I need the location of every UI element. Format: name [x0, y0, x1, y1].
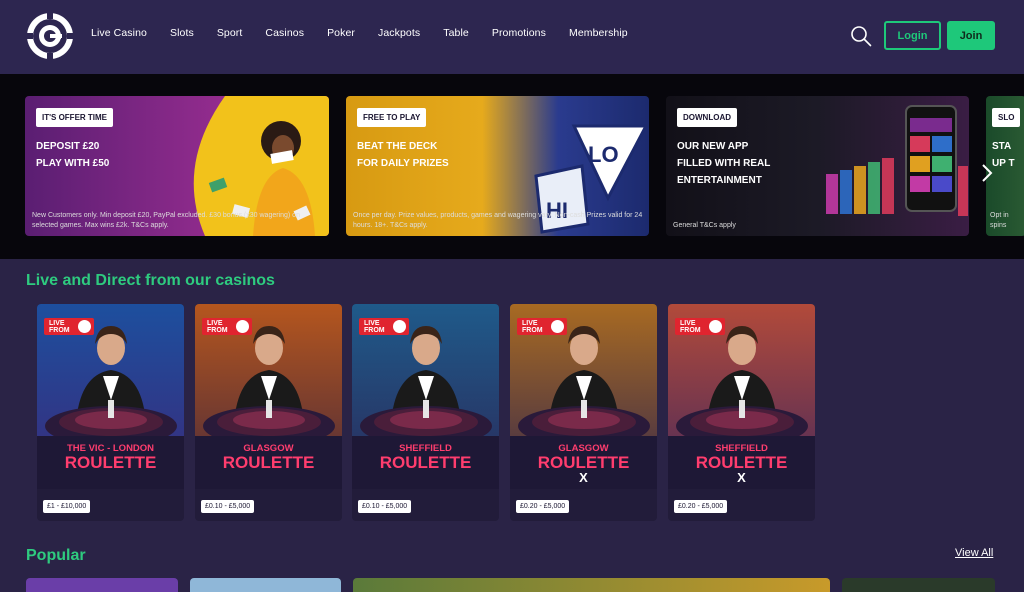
- grosvenor-badge-icon: [551, 320, 564, 333]
- stake-range: £0.10 - £5,000: [358, 500, 412, 513]
- promo-headline-line3: ENTERTAINMENT: [677, 175, 762, 186]
- popular-tile[interactable]: [842, 578, 995, 592]
- live-game-card[interactable]: LIVE FROM THE VIC - LONDON ROULETTE £1 -…: [37, 304, 184, 521]
- live-game-card[interactable]: LIVE FROM GLASGOW ROULETTE £0.10 - £5,00…: [195, 304, 342, 521]
- stake-range: £1 - £10,000: [43, 500, 91, 513]
- nav-live-casino[interactable]: Live Casino: [91, 27, 147, 39]
- promo-headline-line1: DEPOSIT £20: [36, 141, 100, 152]
- game-title: ROULETTE: [222, 453, 315, 472]
- live-badge-text: LIVE FROM: [680, 319, 701, 334]
- live-from-badge: LIVE FROM: [202, 318, 252, 335]
- promo-headline-line1: BEAT THE DECK: [357, 141, 438, 152]
- promo-card-free-to-play[interactable]: LO HI FREE TO PLAY BEAT THE DECK FOR DAI…: [346, 96, 649, 236]
- promo-headline: BEAT THE DECK FOR DAILY PRIZES: [357, 138, 449, 172]
- promo-tag: SLO: [992, 108, 1021, 127]
- main-nav: Live Casino Slots Sport Casinos Poker Ja…: [91, 27, 651, 39]
- game-variant: X: [737, 470, 746, 485]
- promo-card-offer[interactable]: IT'S OFFER TIME DEPOSIT £20 PLAY WITH £5…: [25, 96, 329, 236]
- nav-table[interactable]: Table: [443, 27, 469, 39]
- game-variant: X: [579, 470, 588, 485]
- grosvenor-badge-icon: [393, 320, 406, 333]
- popular-tile[interactable]: [190, 578, 341, 592]
- site-header: Live Casino Slots Sport Casinos Poker Ja…: [0, 0, 1024, 74]
- promo-headline: OUR NEW APP FILLED WITH REAL ENTERTAINME…: [677, 138, 770, 189]
- lo-card-label: LO: [588, 142, 619, 167]
- promo-card-download-app[interactable]: DOWNLOAD OUR NEW APP FILLED WITH REAL EN…: [666, 96, 969, 236]
- grosvenor-badge-icon: [709, 320, 722, 333]
- promo-headline: DEPOSIT £20 PLAY WITH £50: [36, 138, 109, 172]
- live-from-badge: LIVE FROM: [517, 318, 567, 335]
- promo-carousel: IT'S OFFER TIME DEPOSIT £20 PLAY WITH £5…: [0, 74, 1024, 259]
- popular-section-title: Popular: [26, 547, 86, 564]
- promo-terms: General T&Cs apply: [673, 222, 736, 229]
- live-badge-text: LIVE FROM: [364, 319, 385, 334]
- search-icon[interactable]: [850, 25, 872, 47]
- grosvenor-badge-icon: [236, 320, 249, 333]
- promo-headline-line2: PLAY WITH £50: [36, 158, 110, 169]
- promo-headline-line2: FOR DAILY PRIZES: [357, 158, 449, 169]
- grosvenor-logo-icon[interactable]: [26, 12, 74, 60]
- join-button[interactable]: Join: [947, 21, 995, 50]
- live-badge-text: LIVE FROM: [207, 319, 228, 334]
- stake-range: £0.10 - £5,000: [201, 500, 255, 513]
- nav-membership[interactable]: Membership: [569, 27, 628, 39]
- live-game-card[interactable]: LIVE FROM SHEFFIELD ROULETTE X £0.20 - £…: [668, 304, 815, 521]
- game-title: ROULETTE: [379, 453, 472, 472]
- live-from-badge: LIVE FROM: [359, 318, 409, 335]
- nav-poker[interactable]: Poker: [327, 27, 355, 39]
- live-game-card[interactable]: LIVE FROM SHEFFIELD ROULETTE £0.10 - £5,…: [352, 304, 499, 521]
- promo-terms: Once per day. Prize values, products, ga…: [353, 212, 643, 229]
- live-section-title: Live and Direct from our casinos: [26, 272, 275, 289]
- live-game-card[interactable]: LIVE FROM GLASGOW ROULETTE X £0.20 - £5,…: [510, 304, 657, 521]
- game-title: ROULETTE: [64, 453, 157, 472]
- live-badge-text: LIVE FROM: [522, 319, 543, 334]
- live-from-badge: LIVE FROM: [675, 318, 725, 335]
- nav-promotions[interactable]: Promotions: [492, 27, 546, 39]
- login-button[interactable]: Login: [884, 21, 941, 50]
- promo-tag: DOWNLOAD: [677, 108, 737, 127]
- nav-slots[interactable]: Slots: [170, 27, 194, 39]
- promo-tag: IT'S OFFER TIME: [36, 108, 114, 127]
- promo-headline-line2: FILLED WITH REAL: [677, 158, 771, 169]
- promo-terms: Opt in spins: [990, 212, 1009, 229]
- popular-tile[interactable]: [26, 578, 178, 592]
- promo-terms: New Customers only. Min deposit £20, Pay…: [32, 212, 300, 229]
- grosvenor-badge-icon: [78, 320, 91, 333]
- promo-headline-line1: OUR NEW APP: [677, 141, 749, 152]
- view-all-link[interactable]: View All: [955, 547, 993, 559]
- promo-tag: FREE TO PLAY: [357, 108, 427, 127]
- stake-range: £0.20 - £5,000: [674, 500, 728, 513]
- stake-range: £0.20 - £5,000: [516, 500, 570, 513]
- popular-tile[interactable]: [353, 578, 830, 592]
- carousel-next-icon[interactable]: [976, 162, 998, 184]
- nav-sport[interactable]: Sport: [217, 27, 243, 39]
- promo-headline-line1: STA: [992, 141, 1012, 152]
- nav-jackpots[interactable]: Jackpots: [378, 27, 420, 39]
- live-from-badge: LIVE FROM: [44, 318, 94, 335]
- live-badge-text: LIVE FROM: [49, 319, 70, 334]
- nav-casinos[interactable]: Casinos: [265, 27, 304, 39]
